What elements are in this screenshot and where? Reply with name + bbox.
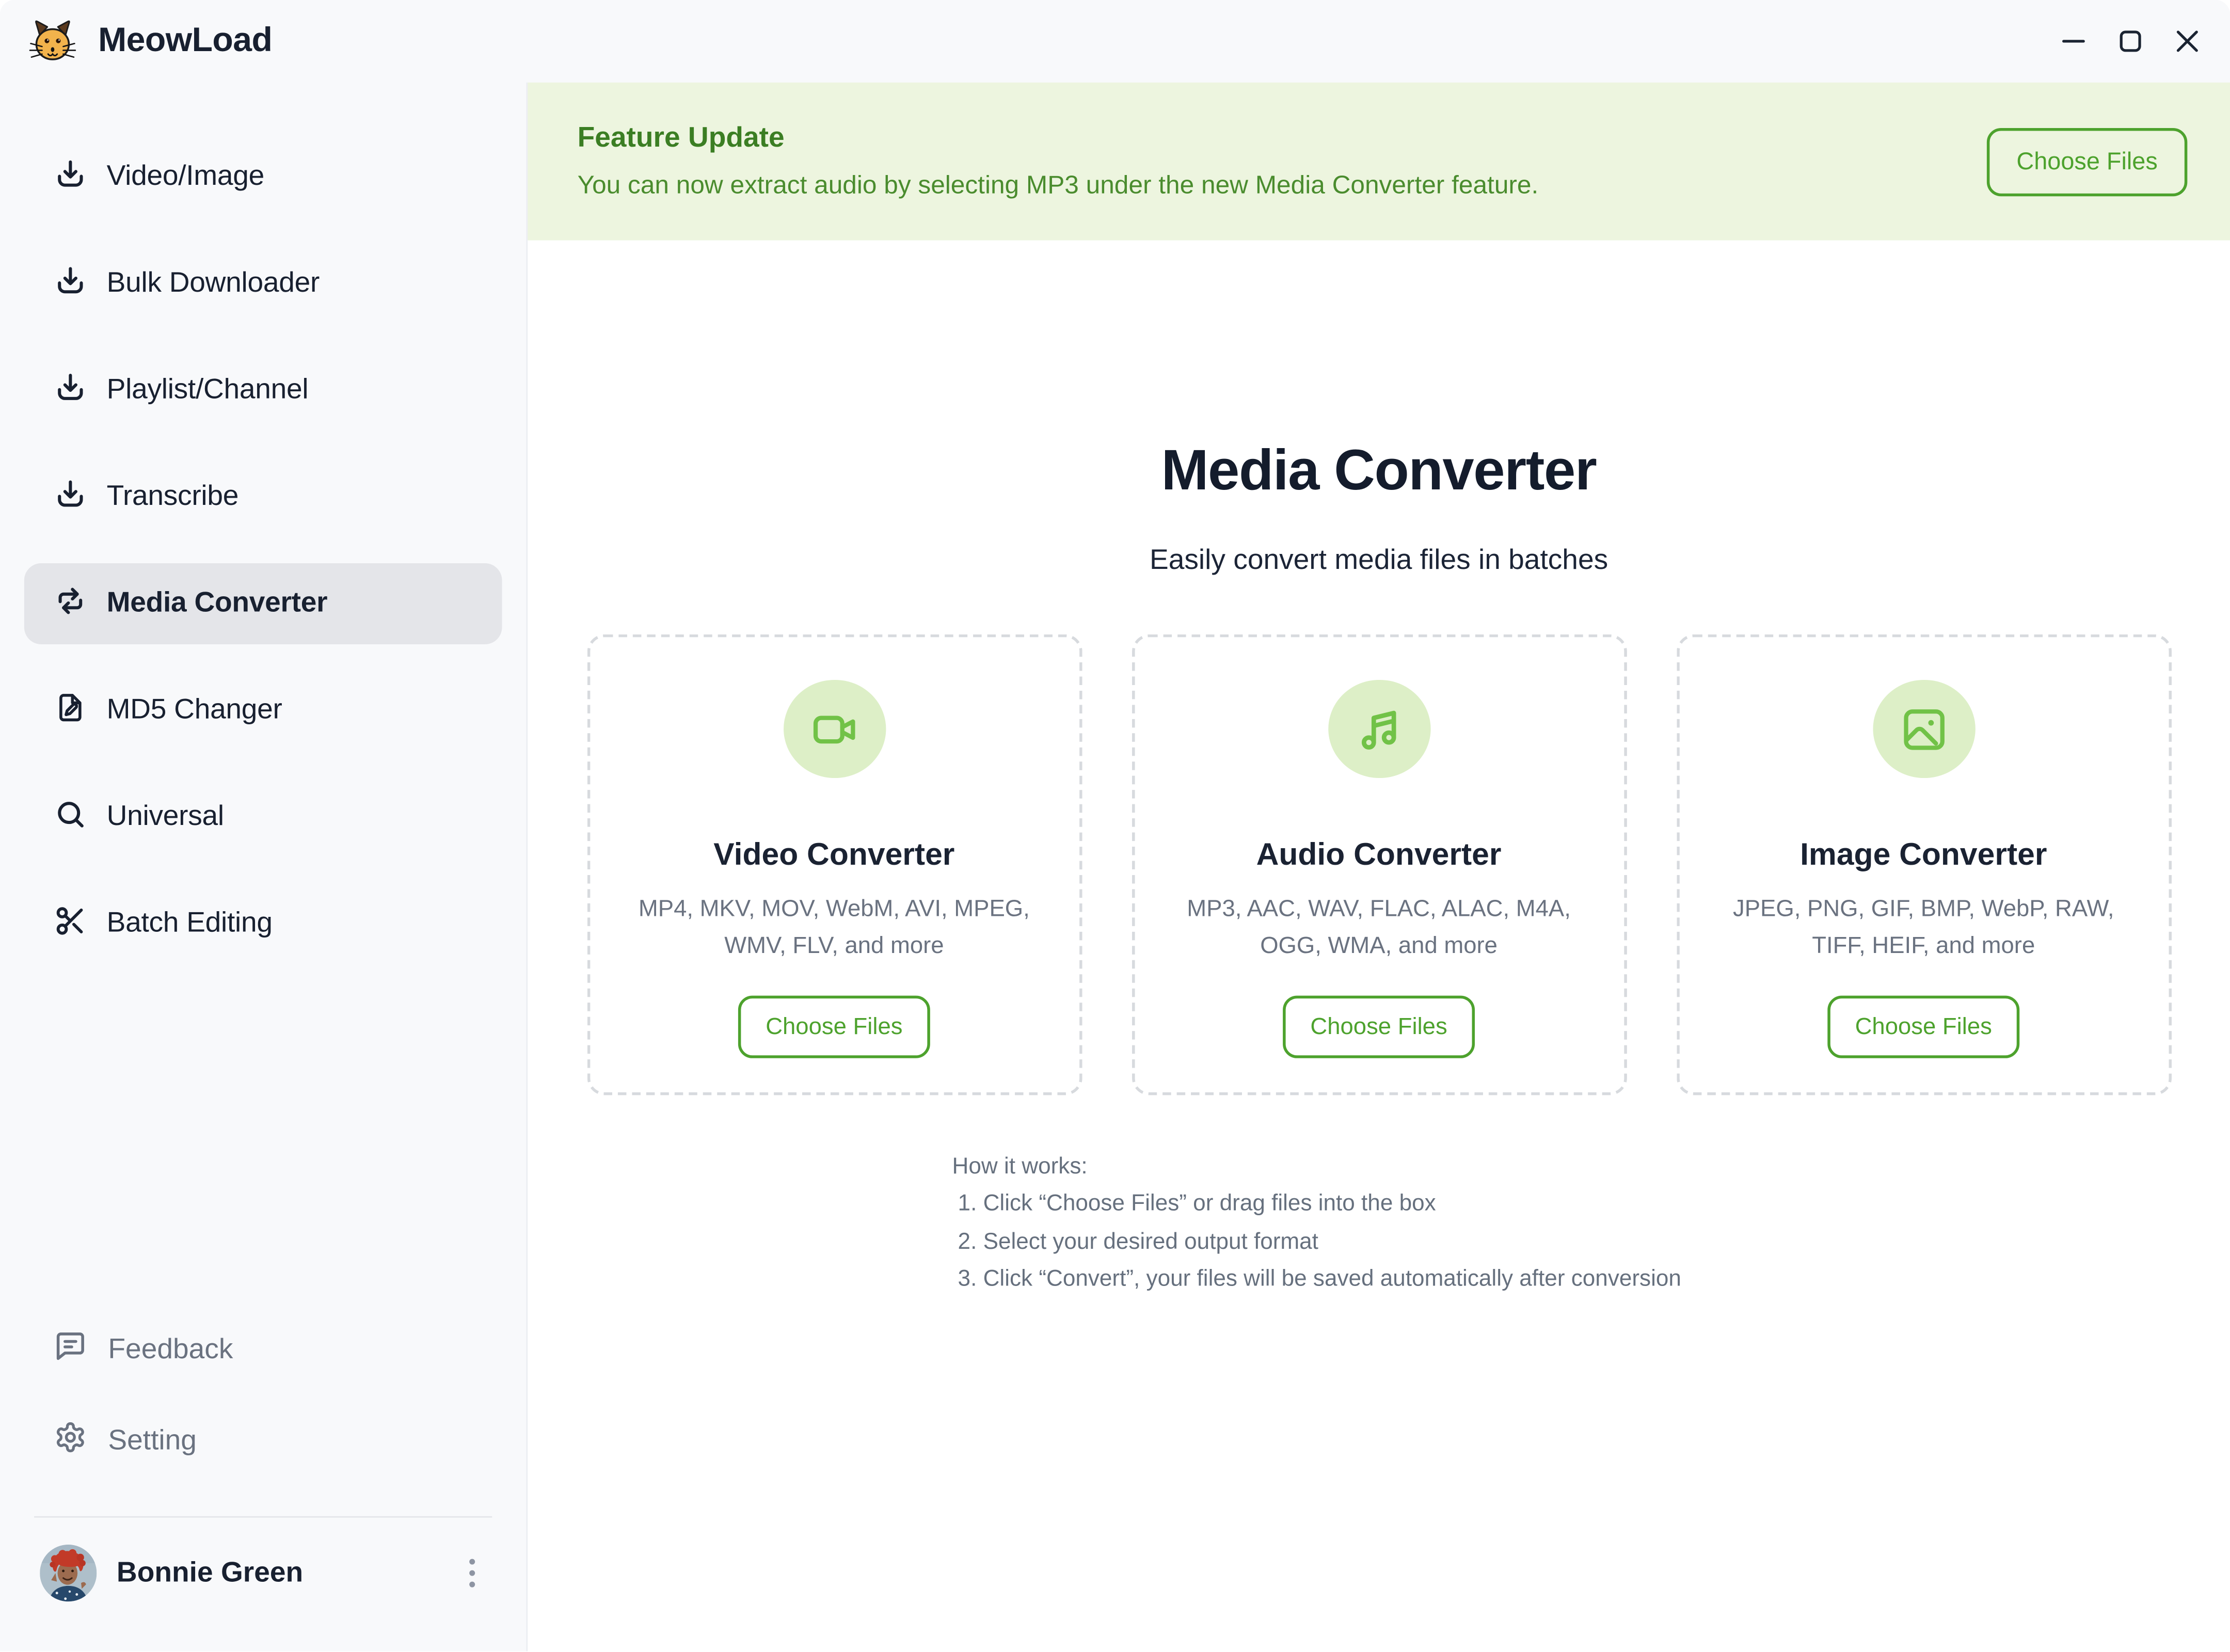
title-bar: MeowLoad xyxy=(0,0,2230,83)
sidebar-item-universal[interactable]: Universal xyxy=(24,776,502,857)
sidebar-footer: Feedback Setting xyxy=(0,1319,526,1651)
page-subtitle: Easily convert media files in batches xyxy=(528,542,2230,579)
page-title: Media Converter xyxy=(528,437,2230,505)
kebab-menu-icon[interactable] xyxy=(461,1550,484,1596)
user-avatar xyxy=(40,1545,97,1601)
how-it-works-step: 3. Click “Convert”, your files will be s… xyxy=(952,1262,1806,1299)
sidebar-nav: Video/Image Bulk Downloader Playlist/Cha… xyxy=(0,83,526,964)
maximize-button[interactable] xyxy=(2102,13,2159,70)
sidebar-divider xyxy=(34,1516,492,1518)
close-button[interactable] xyxy=(2159,13,2216,70)
sidebar-item-playlist-channel[interactable]: Playlist/Channel xyxy=(24,350,502,431)
sidebar-item-bulk-downloader[interactable]: Bulk Downloader xyxy=(24,243,502,324)
music-note-icon xyxy=(1328,680,1430,779)
maximize-icon xyxy=(2117,28,2143,54)
sidebar-item-label: Video/Image xyxy=(107,161,264,193)
main-area: Feature Update You can now extract audio… xyxy=(528,83,2230,1651)
how-it-works-step: 2. Select your desired output format xyxy=(952,1224,1806,1262)
search-icon xyxy=(54,797,87,837)
download-icon xyxy=(54,157,87,197)
sidebar-item-md5-changer[interactable]: MD5 Changer xyxy=(24,670,502,751)
file-pen-icon xyxy=(54,691,87,730)
video-converter-card[interactable]: Video Converter MP4, MKV, MOV, WebM, AVI… xyxy=(586,634,1081,1095)
minimize-button[interactable] xyxy=(2045,13,2102,70)
image-choose-files-button[interactable]: Choose Files xyxy=(1828,996,2019,1058)
audio-converter-card[interactable]: Audio Converter MP3, AAC, WAV, FLAC, ALA… xyxy=(1132,634,1627,1095)
download-icon xyxy=(54,371,87,410)
user-name: Bonnie Green xyxy=(117,1556,461,1589)
audio-choose-files-button[interactable]: Choose Files xyxy=(1283,996,1474,1058)
card-title: Image Converter xyxy=(1800,837,2047,874)
sidebar-item-label: Feedback xyxy=(108,1333,233,1366)
sidebar-item-label: MD5 Changer xyxy=(107,694,282,726)
banner-message: You can now extract audio by selecting M… xyxy=(578,171,1987,201)
message-square-icon xyxy=(54,1330,87,1370)
app-title: MeowLoad xyxy=(98,21,272,61)
sidebar-item-setting[interactable]: Setting xyxy=(0,1409,526,1472)
sidebar-item-label: Bulk Downloader xyxy=(107,267,320,300)
download-icon xyxy=(54,264,87,304)
how-it-works-title: How it works: xyxy=(952,1149,1806,1186)
sidebar-item-batch-editing[interactable]: Batch Editing xyxy=(24,883,502,964)
sidebar-item-video-image[interactable]: Video/Image xyxy=(24,136,502,217)
user-account-row[interactable]: Bonnie Green xyxy=(40,1545,484,1601)
how-it-works-section: How it works: 1. Click “Choose Files” or… xyxy=(528,1149,2230,1299)
feature-update-banner: Feature Update You can now extract audio… xyxy=(528,83,2230,241)
sidebar-item-label: Batch Editing xyxy=(107,908,273,940)
video-camera-icon xyxy=(783,680,885,779)
scissors-icon xyxy=(54,904,87,944)
close-icon xyxy=(2175,28,2201,54)
image-converter-card[interactable]: Image Converter JPEG, PNG, GIF, BMP, Web… xyxy=(1676,634,2171,1095)
sidebar: Video/Image Bulk Downloader Playlist/Cha… xyxy=(0,83,528,1651)
sidebar-item-label: Playlist/Channel xyxy=(107,374,309,407)
card-formats: MP4, MKV, MOV, WebM, AVI, MPEG, WMV, FLV… xyxy=(624,891,1045,965)
card-formats: JPEG, PNG, GIF, BMP, WebP, RAW, TIFF, HE… xyxy=(1713,891,2135,965)
gear-icon xyxy=(54,1421,87,1460)
sidebar-item-label: Media Converter xyxy=(107,587,328,620)
banner-choose-files-button[interactable]: Choose Files xyxy=(1987,128,2187,196)
repeat-icon xyxy=(54,584,87,624)
sidebar-item-media-converter[interactable]: Media Converter xyxy=(24,563,502,644)
minimize-icon xyxy=(2061,28,2086,54)
card-title: Video Converter xyxy=(713,837,954,874)
card-title: Audio Converter xyxy=(1256,837,1502,874)
video-choose-files-button[interactable]: Choose Files xyxy=(739,996,930,1058)
sidebar-item-label: Universal xyxy=(107,801,224,833)
sidebar-item-label: Setting xyxy=(108,1424,197,1457)
how-it-works-step: 1. Click “Choose Files” or drag files in… xyxy=(952,1186,1806,1224)
download-icon xyxy=(54,477,87,517)
media-converter-page: Media Converter Easily convert media fil… xyxy=(528,241,2230,1651)
sidebar-item-feedback[interactable]: Feedback xyxy=(0,1319,526,1381)
banner-title: Feature Update xyxy=(578,122,1987,155)
image-icon xyxy=(1872,680,1974,779)
sidebar-item-label: Transcribe xyxy=(107,481,238,513)
sidebar-item-transcribe[interactable]: Transcribe xyxy=(24,456,502,537)
converter-cards: Video Converter MP4, MKV, MOV, WebM, AVI… xyxy=(528,634,2230,1095)
app-logo-cat-icon xyxy=(28,17,77,66)
app-window: MeowLoad Video/Im xyxy=(0,0,2230,1651)
banner-text: Feature Update You can now extract audio… xyxy=(578,122,1987,201)
card-formats: MP3, AAC, WAV, FLAC, ALAC, M4A, OGG, WMA… xyxy=(1168,891,1589,965)
